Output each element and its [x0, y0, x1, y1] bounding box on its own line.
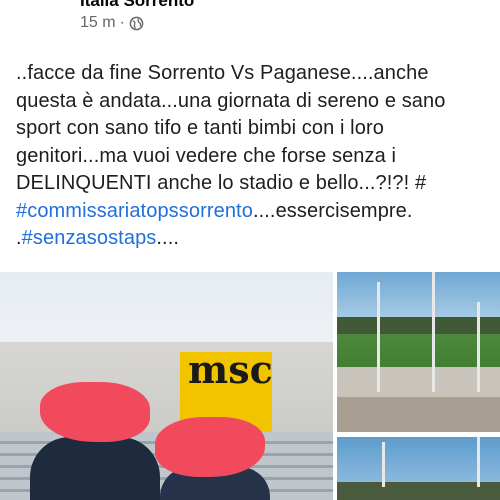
light-pole: [432, 272, 435, 392]
hashtag-link[interactable]: #senzasostaps: [22, 227, 157, 249]
photo-wall: [337, 367, 500, 397]
post-text-mid: ....essercisempre.: [252, 199, 413, 222]
globe-icon[interactable]: [129, 16, 144, 31]
post-text-end: ....: [156, 227, 180, 249]
post-time[interactable]: 15 m: [80, 14, 116, 32]
light-pole: [477, 302, 480, 392]
post-text: ..facce da fine Sorrento Vs Paganese....…: [16, 60, 494, 253]
light-pole: [477, 437, 480, 487]
photo-stadium-field[interactable]: [337, 272, 500, 432]
post-header: Italia Sorrento 15 m ·: [0, 0, 500, 60]
light-pole: [382, 442, 385, 487]
photo-ground: [337, 482, 500, 500]
photo-stadium-exterior[interactable]: [337, 437, 500, 500]
photo-person: [30, 437, 160, 500]
light-pole: [377, 282, 380, 392]
photo-ground: [337, 397, 500, 432]
meta-separator: ·: [119, 14, 125, 31]
hashtag-link[interactable]: #commissariatopssorrento: [16, 200, 253, 222]
msc-logo-text: msc: [188, 347, 273, 392]
photo-sky: [0, 272, 333, 342]
redaction-scribble: [40, 382, 150, 442]
post-text-body: ..facce da fine Sorrento Vs Paganese....…: [16, 62, 446, 194]
post-author[interactable]: Italia Sorrento: [80, 0, 194, 11]
redaction-scribble: [155, 417, 265, 477]
photo-grid: msc: [0, 272, 500, 500]
post-meta: 15 m ·: [80, 14, 144, 32]
photo-stadium-stands[interactable]: msc: [0, 272, 333, 500]
